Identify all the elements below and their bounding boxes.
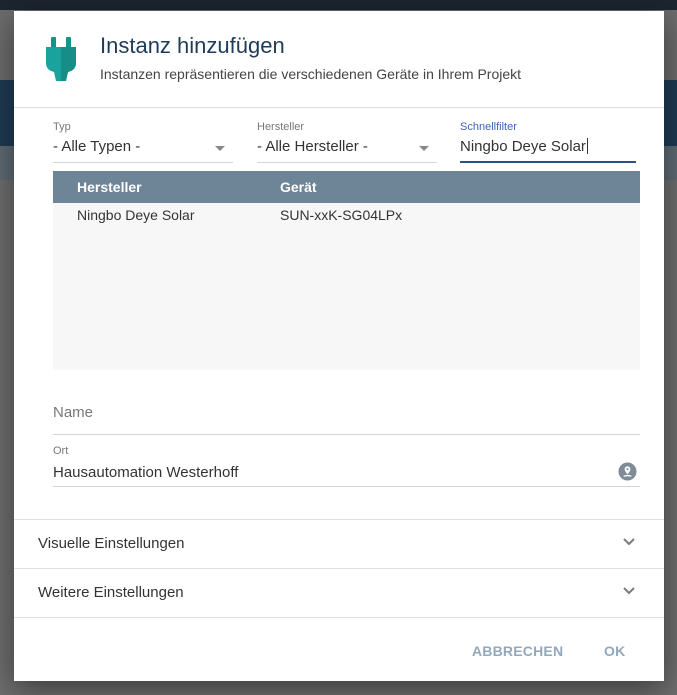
location-value: Hausautomation Westerhoff bbox=[53, 464, 239, 481]
quick-filter-input[interactable]: Schnellfilter Ningbo Deye Solar bbox=[460, 121, 636, 163]
manufacturer-select-label: Hersteller bbox=[257, 121, 305, 133]
location-label: Ort bbox=[53, 445, 69, 457]
quick-filter-label: Schnellfilter bbox=[460, 121, 517, 133]
name-input[interactable]: Name bbox=[53, 401, 640, 435]
column-header-device[interactable]: Gerät bbox=[280, 179, 317, 195]
further-settings-label: Weitere Einstellungen bbox=[38, 584, 184, 601]
name-input-placeholder: Name bbox=[53, 404, 94, 421]
dialog-footer: ABBRECHEN OK bbox=[14, 617, 664, 682]
column-header-manufacturer[interactable]: Hersteller bbox=[77, 179, 142, 195]
background-app-topbar bbox=[0, 0, 677, 10]
plug-icon bbox=[46, 37, 76, 81]
type-select-value: - Alle Typen - bbox=[53, 138, 141, 155]
cancel-button[interactable]: ABBRECHEN bbox=[472, 643, 563, 659]
location-field[interactable]: Ort Hausautomation Westerhoff bbox=[53, 445, 640, 487]
chevron-down-icon bbox=[623, 538, 635, 546]
dialog-title: Instanz hinzufügen bbox=[100, 33, 285, 58]
type-select-label: Typ bbox=[53, 121, 71, 133]
table-cell-device: SUN-xxK-SG04LPx bbox=[280, 207, 403, 223]
manufacturer-select-value: - Alle Hersteller - bbox=[257, 138, 368, 155]
table-header: Hersteller Gerät bbox=[53, 171, 640, 203]
visual-settings-label: Visuelle Einstellungen bbox=[38, 535, 185, 552]
text-cursor bbox=[586, 138, 588, 154]
device-table: Hersteller Gerät Ningbo Deye Solar SUN-x… bbox=[53, 171, 640, 370]
further-settings-section[interactable]: Weitere Einstellungen bbox=[14, 568, 664, 617]
ok-button[interactable]: OK bbox=[604, 643, 625, 659]
type-select[interactable]: Typ - Alle Typen - bbox=[53, 121, 233, 163]
visual-settings-section[interactable]: Visuelle Einstellungen bbox=[14, 519, 664, 568]
location-pin-icon[interactable] bbox=[618, 462, 637, 481]
table-cell-manufacturer: Ningbo Deye Solar bbox=[77, 207, 195, 223]
dialog-subtitle: Instanzen repräsentieren die verschieden… bbox=[100, 66, 522, 82]
chevron-down-icon bbox=[623, 587, 635, 595]
dialog-header: Instanz hinzufügen Instanzen repräsentie… bbox=[14, 11, 664, 108]
dropdown-arrow-icon bbox=[419, 146, 429, 151]
add-instance-dialog: Instanz hinzufügen Instanzen repräsentie… bbox=[14, 11, 664, 681]
dropdown-arrow-icon bbox=[215, 146, 225, 151]
manufacturer-select[interactable]: Hersteller - Alle Hersteller - bbox=[257, 121, 437, 163]
table-row[interactable]: Ningbo Deye Solar SUN-xxK-SG04LPx bbox=[53, 203, 640, 229]
quick-filter-value: Ningbo Deye Solar bbox=[460, 138, 586, 155]
